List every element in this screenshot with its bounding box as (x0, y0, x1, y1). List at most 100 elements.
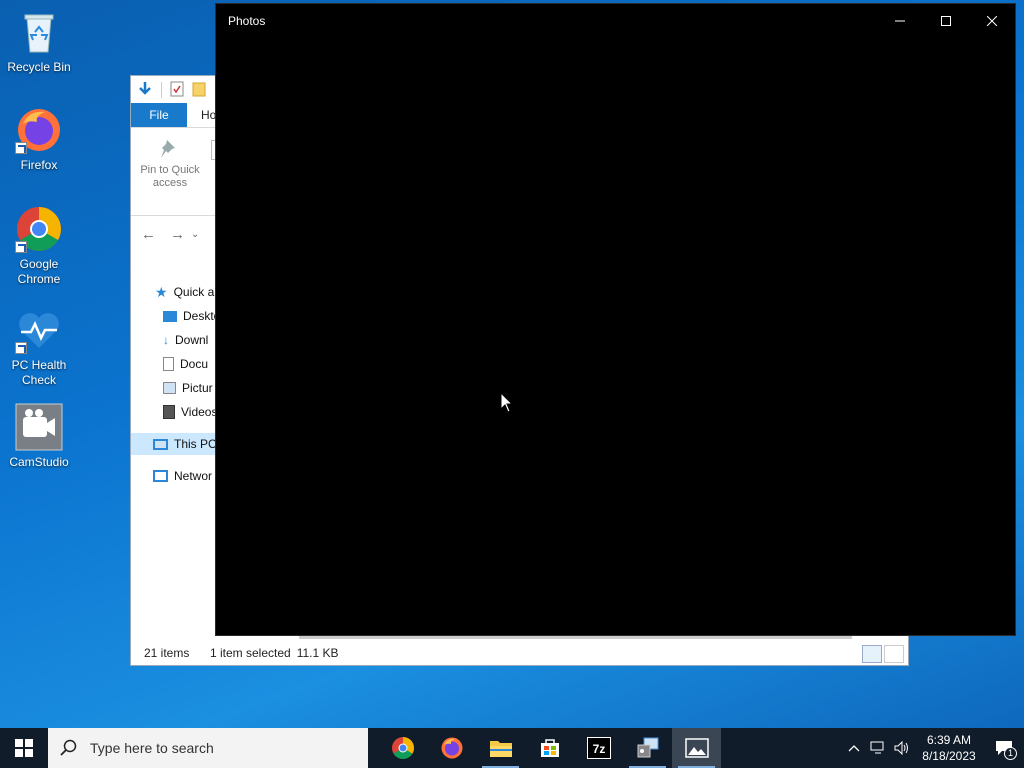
nav-item-label: Docu (180, 357, 209, 371)
nav-item-label: Videos (181, 405, 218, 419)
windows-logo-icon (15, 739, 33, 757)
volume-icon[interactable] (890, 728, 914, 768)
photos-titlebar[interactable]: Photos (216, 4, 1015, 37)
tab-file[interactable]: File (131, 103, 187, 127)
health-heart-icon (15, 306, 63, 354)
nav-item-network[interactable]: Networ (153, 465, 212, 487)
taskbar: Type here to search 7z 6:39 AM 8/18/2023… (0, 728, 1024, 768)
monitor-icon (153, 438, 168, 450)
desktop-icon-camstudio[interactable]: CamStudio (4, 403, 74, 470)
nav-item-desktop[interactable]: Deskto (163, 305, 220, 327)
down-arrow-icon[interactable] (137, 81, 153, 100)
details-view-icon[interactable] (862, 645, 882, 663)
taskbar-file-explorer[interactable] (476, 728, 525, 768)
desktop-icon-label: Google Chrome (17, 257, 61, 286)
file-explorer-icon (489, 741, 512, 757)
desktop-icon-label: PC Health Check (11, 358, 67, 387)
nav-item-this-pc[interactable]: This PC (131, 433, 221, 455)
clock-time: 6:39 AM (926, 733, 972, 747)
nav-item-label: Networ (174, 469, 213, 483)
new-folder-icon[interactable] (192, 81, 206, 100)
shortcut-arrow-icon (15, 342, 27, 354)
network-icon (153, 470, 168, 482)
shortcut-arrow-icon (15, 142, 27, 154)
chrome-icon (15, 205, 63, 253)
maximize-button[interactable] (923, 4, 969, 37)
recycle-bin-icon (15, 8, 63, 56)
star-icon: ★ (155, 283, 168, 300)
svg-text:7z: 7z (592, 742, 605, 756)
shortcut-arrow-icon (15, 241, 27, 253)
photos-icon (684, 738, 709, 758)
nav-item-label: Pictur (182, 381, 213, 395)
mouse-cursor-icon (500, 391, 514, 417)
desktop-icon-recycle-bin[interactable]: Recycle Bin (4, 8, 74, 75)
nav-item-videos[interactable]: Videos (163, 401, 217, 423)
close-icon (987, 15, 997, 26)
taskbar-firefox[interactable] (427, 728, 476, 768)
firefox-icon (441, 737, 462, 759)
pin-icon (137, 138, 203, 164)
nav-item-downloads[interactable]: ↓ Downl (163, 329, 208, 351)
notification-center-button[interactable]: 1 (984, 728, 1024, 768)
minimize-button[interactable] (877, 4, 923, 37)
nav-item-label: This PC (174, 437, 217, 451)
nav-item-pictures[interactable]: Pictur (163, 377, 213, 399)
firefox-icon (15, 106, 63, 154)
taskbar-photos[interactable] (672, 728, 721, 768)
view-buttons (862, 645, 904, 663)
taskbar-chrome[interactable] (378, 728, 427, 768)
clock[interactable]: 6:39 AM 8/18/2023 (914, 732, 984, 764)
nav-item-label: Quick a (173, 285, 215, 299)
nav-item-documents[interactable]: Docu (163, 353, 208, 375)
tab-home[interactable]: Ho (187, 103, 216, 127)
desktop-icon-firefox[interactable]: Firefox (4, 106, 74, 173)
desktop-icon-label: CamStudio (9, 455, 69, 469)
desktop-folder-icon (163, 310, 177, 322)
search-input[interactable]: Type here to search (48, 728, 368, 768)
search-placeholder: Type here to search (90, 740, 214, 756)
chevron-up-icon[interactable] (842, 728, 866, 768)
clock-date: 8/18/2023 (922, 749, 976, 763)
pin-to-quick-access-button[interactable]: Pin to Quick access (137, 138, 203, 190)
app-icon (637, 737, 658, 758)
7zip-icon: 7z (586, 737, 611, 759)
desktop-icon-google-chrome[interactable]: Google Chrome (4, 205, 74, 287)
selection-size: 11.1 KB (296, 646, 339, 660)
selection-status: 1 item selected (210, 646, 291, 660)
taskbar-app[interactable] (623, 728, 672, 768)
store-icon (540, 739, 559, 757)
system-tray: 6:39 AM 8/18/2023 1 (842, 728, 1024, 768)
taskbar-7zip[interactable]: 7z (574, 728, 623, 768)
download-arrow-icon: ↓ (163, 333, 169, 347)
nav-item-label: Downl (175, 333, 209, 347)
desktop-icon-label: Recycle Bin (7, 60, 71, 74)
close-button[interactable] (969, 4, 1015, 37)
pin-label: Pin to Quick access (140, 164, 200, 189)
maximize-icon (941, 15, 951, 26)
properties-icon[interactable] (170, 81, 184, 100)
photo-canvas[interactable] (216, 37, 1015, 635)
window-title: Photos (228, 13, 266, 28)
notification-badge: 1 (1004, 747, 1017, 760)
network-icon[interactable] (866, 728, 890, 768)
large-icons-view-icon[interactable] (884, 645, 904, 663)
chrome-icon (391, 737, 414, 759)
forward-arrow-icon[interactable]: → (170, 226, 185, 243)
search-icon (60, 739, 77, 756)
film-icon (163, 405, 175, 419)
photos-window[interactable]: Photos (215, 3, 1016, 636)
item-count: 21 items (144, 646, 190, 660)
nav-item-quick-access[interactable]: ★ Quick a (155, 281, 214, 303)
pictures-icon (163, 382, 176, 394)
start-button[interactable] (0, 728, 48, 768)
chevron-down-icon[interactable]: ⌄ (191, 229, 199, 240)
status-bar: 21 items 1 item selected 11.1 KB (131, 641, 908, 665)
desktop-icon-pc-health-check[interactable]: PC Health Check (4, 306, 74, 388)
minimize-icon (895, 20, 905, 21)
taskbar-store[interactable] (525, 728, 574, 768)
camstudio-icon (15, 403, 63, 451)
desktop-icon-label: Firefox (20, 158, 58, 172)
back-arrow-icon[interactable]: ← (141, 226, 156, 243)
document-icon (163, 357, 174, 371)
